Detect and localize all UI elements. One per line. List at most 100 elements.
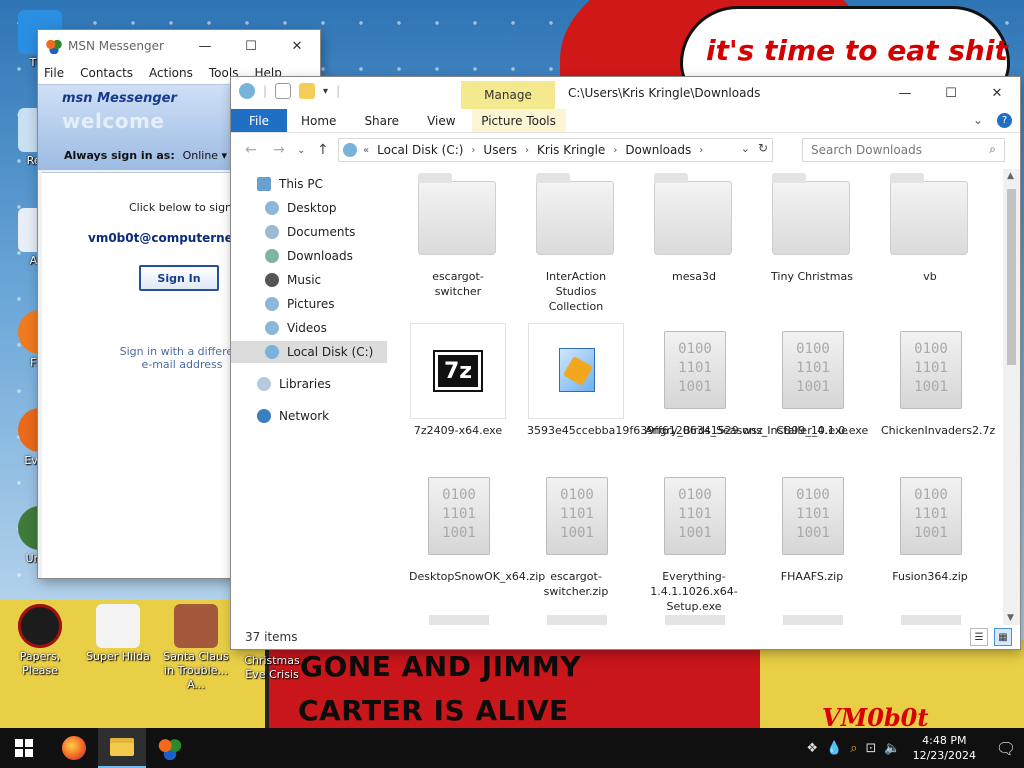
downloads-folder-icon xyxy=(265,249,279,263)
folder-item[interactable]: Tiny Christmas xyxy=(763,169,861,284)
desktop-icon-papers-please[interactable]: Papers, Please xyxy=(2,604,78,678)
file-item[interactable]: 7z 7z2409-x64.exe xyxy=(409,323,507,438)
tab-picture-tools[interactable]: Picture Tools xyxy=(471,109,566,132)
breadcrumb-overflow-icon[interactable]: « xyxy=(363,145,369,156)
binary-file-icon: 0100 1101 1001 xyxy=(646,469,742,565)
sidebar-item-libraries[interactable]: Libraries xyxy=(257,373,331,395)
taskbar-file-explorer[interactable] xyxy=(98,728,146,768)
sidebar-item-local-disk[interactable]: Local Disk (C:) xyxy=(231,341,387,363)
sidebar-item-music[interactable]: Music xyxy=(265,269,321,291)
taskbar-clock[interactable]: 4:48 PM 12/23/2024 xyxy=(913,733,976,763)
file-item[interactable]: 0100 1101 1001 ChickenInvaders2.7z xyxy=(881,323,995,438)
breadcrumb-users[interactable]: Users xyxy=(483,143,517,157)
breadcrumb-local-disk[interactable]: Local Disk (C:) xyxy=(377,143,463,157)
vertical-scrollbar[interactable]: ▲ ▼ xyxy=(1003,169,1020,625)
sign-in-button[interactable]: Sign In xyxy=(139,265,219,291)
desktop-icon-super-hilda[interactable]: Super Hilda xyxy=(80,604,156,664)
file-item[interactable]: 0100 1101 1001 DesktopSnowOK_x64.zip xyxy=(409,469,545,584)
details-view-icon[interactable]: ☰ xyxy=(970,628,988,646)
item-label: Everything-1.4.1.1026.x64-Setup.exe xyxy=(650,570,738,613)
scrollbar-thumb[interactable] xyxy=(1007,189,1016,365)
file-item[interactable]: 0100 1101 1001 escargot-switcher.zip xyxy=(527,469,625,599)
tray-search-icon[interactable]: ⌕ xyxy=(850,741,857,756)
sidebar-item-documents[interactable]: Documents xyxy=(265,221,355,243)
menu-contacts[interactable]: Contacts xyxy=(80,66,133,80)
refresh-icon[interactable]: ↻ xyxy=(758,141,768,155)
back-arrow-icon[interactable]: ← xyxy=(245,142,257,158)
folder-item[interactable]: vb xyxy=(881,169,979,284)
msn-butterfly-icon xyxy=(158,736,182,760)
breadcrumb-kris-kringle[interactable]: Kris Kringle xyxy=(537,143,605,157)
menu-actions[interactable]: Actions xyxy=(149,66,193,80)
desktop-icon-santa-claus[interactable]: Santa Claus in Trouble... A... xyxy=(158,604,234,692)
maximize-button[interactable]: ☐ xyxy=(928,77,974,109)
manage-contextual-tab[interactable]: Manage xyxy=(461,81,555,109)
ribbon-right-controls: ⌄ ? xyxy=(973,113,1012,128)
start-button[interactable] xyxy=(0,728,48,768)
folder-item[interactable]: escargot-switcher xyxy=(409,169,507,299)
tab-share[interactable]: Share xyxy=(350,109,413,132)
tray-volume-icon[interactable]: 🔈 xyxy=(884,741,900,756)
address-bar[interactable]: « Local Disk (C:) › Users › Kris Kringle… xyxy=(338,138,773,162)
binary-file-icon: 0100 1101 1001 xyxy=(764,323,860,419)
quick-access-toolbar: | ▾ | xyxy=(239,83,340,99)
sidebar-item-pictures[interactable]: Pictures xyxy=(265,293,335,315)
desktop-icon-christmas-eve-crisis[interactable]: Christmas Eve Crisis xyxy=(234,654,310,682)
tab-home[interactable]: Home xyxy=(287,109,350,132)
binary-file-icon: 0100 1101 1001 xyxy=(528,469,624,565)
address-dropdown-icon[interactable]: ⌄ xyxy=(741,142,750,155)
file-explorer-window[interactable]: | ▾ | Manage C:\Users\Kris Kringle\Downl… xyxy=(231,77,1020,649)
recent-locations-icon[interactable]: ⌄ xyxy=(297,145,305,156)
minimize-button[interactable]: — xyxy=(882,77,928,109)
qat-dropdown-icon[interactable]: ▾ xyxy=(323,86,328,97)
new-folder-icon[interactable] xyxy=(299,83,316,99)
scroll-down-icon[interactable]: ▼ xyxy=(1007,613,1014,623)
breadcrumb-downloads[interactable]: Downloads xyxy=(625,143,691,157)
tab-view[interactable]: View xyxy=(413,109,469,132)
expand-ribbon-icon[interactable]: ⌄ xyxy=(973,113,983,128)
file-item[interactable]: 0100 1101 1001 Angry_Birds_Seasons_Install… xyxy=(645,323,868,438)
always-sign-in-label: Always sign in as: xyxy=(64,149,175,162)
taskbar-msn-messenger[interactable] xyxy=(146,728,194,768)
help-icon[interactable]: ? xyxy=(997,113,1012,128)
search-input[interactable]: Search Downloads ⌕ xyxy=(802,138,1005,162)
chevron-right-icon[interactable]: › xyxy=(613,145,617,156)
folder-item[interactable]: InterAction Studios Collection xyxy=(527,169,625,314)
scroll-up-icon[interactable]: ▲ xyxy=(1007,171,1014,181)
msn-titlebar[interactable]: MSN Messenger — ☐ ✕ xyxy=(38,30,320,62)
sidebar-item-videos[interactable]: Videos xyxy=(265,317,327,339)
close-button[interactable]: ✕ xyxy=(274,30,320,62)
taskbar-firefox[interactable] xyxy=(50,728,98,768)
sidebar-item-desktop[interactable]: Desktop xyxy=(265,197,337,219)
folder-item[interactable]: mesa3d xyxy=(645,169,743,284)
file-item[interactable]: 3593e45ccebba19f639ff61206341529.wsz xyxy=(527,323,763,438)
explorer-titlebar[interactable]: | ▾ | Manage C:\Users\Kris Kringle\Downl… xyxy=(231,77,1020,109)
sidebar-item-downloads[interactable]: Downloads xyxy=(265,245,353,267)
maximize-button[interactable]: ☐ xyxy=(228,30,274,62)
tray-network-icon[interactable]: ⊡ xyxy=(866,741,877,756)
chevron-right-icon[interactable]: › xyxy=(471,145,475,156)
up-arrow-icon[interactable]: ↑ xyxy=(317,142,329,158)
notification-center-icon[interactable]: 🗨 xyxy=(988,739,1024,758)
menu-file[interactable]: File xyxy=(44,66,64,80)
close-button[interactable]: ✕ xyxy=(974,77,1020,109)
tab-file[interactable]: File xyxy=(231,109,287,132)
status-dropdown[interactable]: Online ▾ xyxy=(183,149,228,162)
sidebar-item-label: Pictures xyxy=(287,297,335,311)
binary-file-icon: 0100 1101 1001 xyxy=(882,469,978,565)
large-icons-view-icon[interactable]: ▦ xyxy=(994,628,1012,646)
chevron-right-icon[interactable]: › xyxy=(525,145,529,156)
file-item[interactable]: 0100 1101 1001 FHAAFS.zip xyxy=(763,469,861,584)
chevron-right-icon[interactable]: › xyxy=(699,145,703,156)
tray-app-icon[interactable]: ❖ xyxy=(806,741,818,756)
folder-icon xyxy=(528,169,624,265)
sidebar-item-network[interactable]: Network xyxy=(257,405,329,427)
file-item[interactable]: 0100 1101 1001 Fusion364.zip xyxy=(881,469,979,584)
tray-drop-icon[interactable]: 💧 xyxy=(826,741,842,756)
file-item[interactable]: 0100 1101 1001 CB99_10.exe xyxy=(763,323,861,438)
properties-icon[interactable] xyxy=(275,83,292,99)
file-item[interactable]: 0100 1101 1001 Everything-1.4.1.1026.x64-S… xyxy=(645,469,743,614)
sidebar-item-this-pc[interactable]: This PC xyxy=(257,173,323,195)
minimize-button[interactable]: — xyxy=(182,30,228,62)
forward-arrow-icon[interactable]: → xyxy=(273,142,285,158)
